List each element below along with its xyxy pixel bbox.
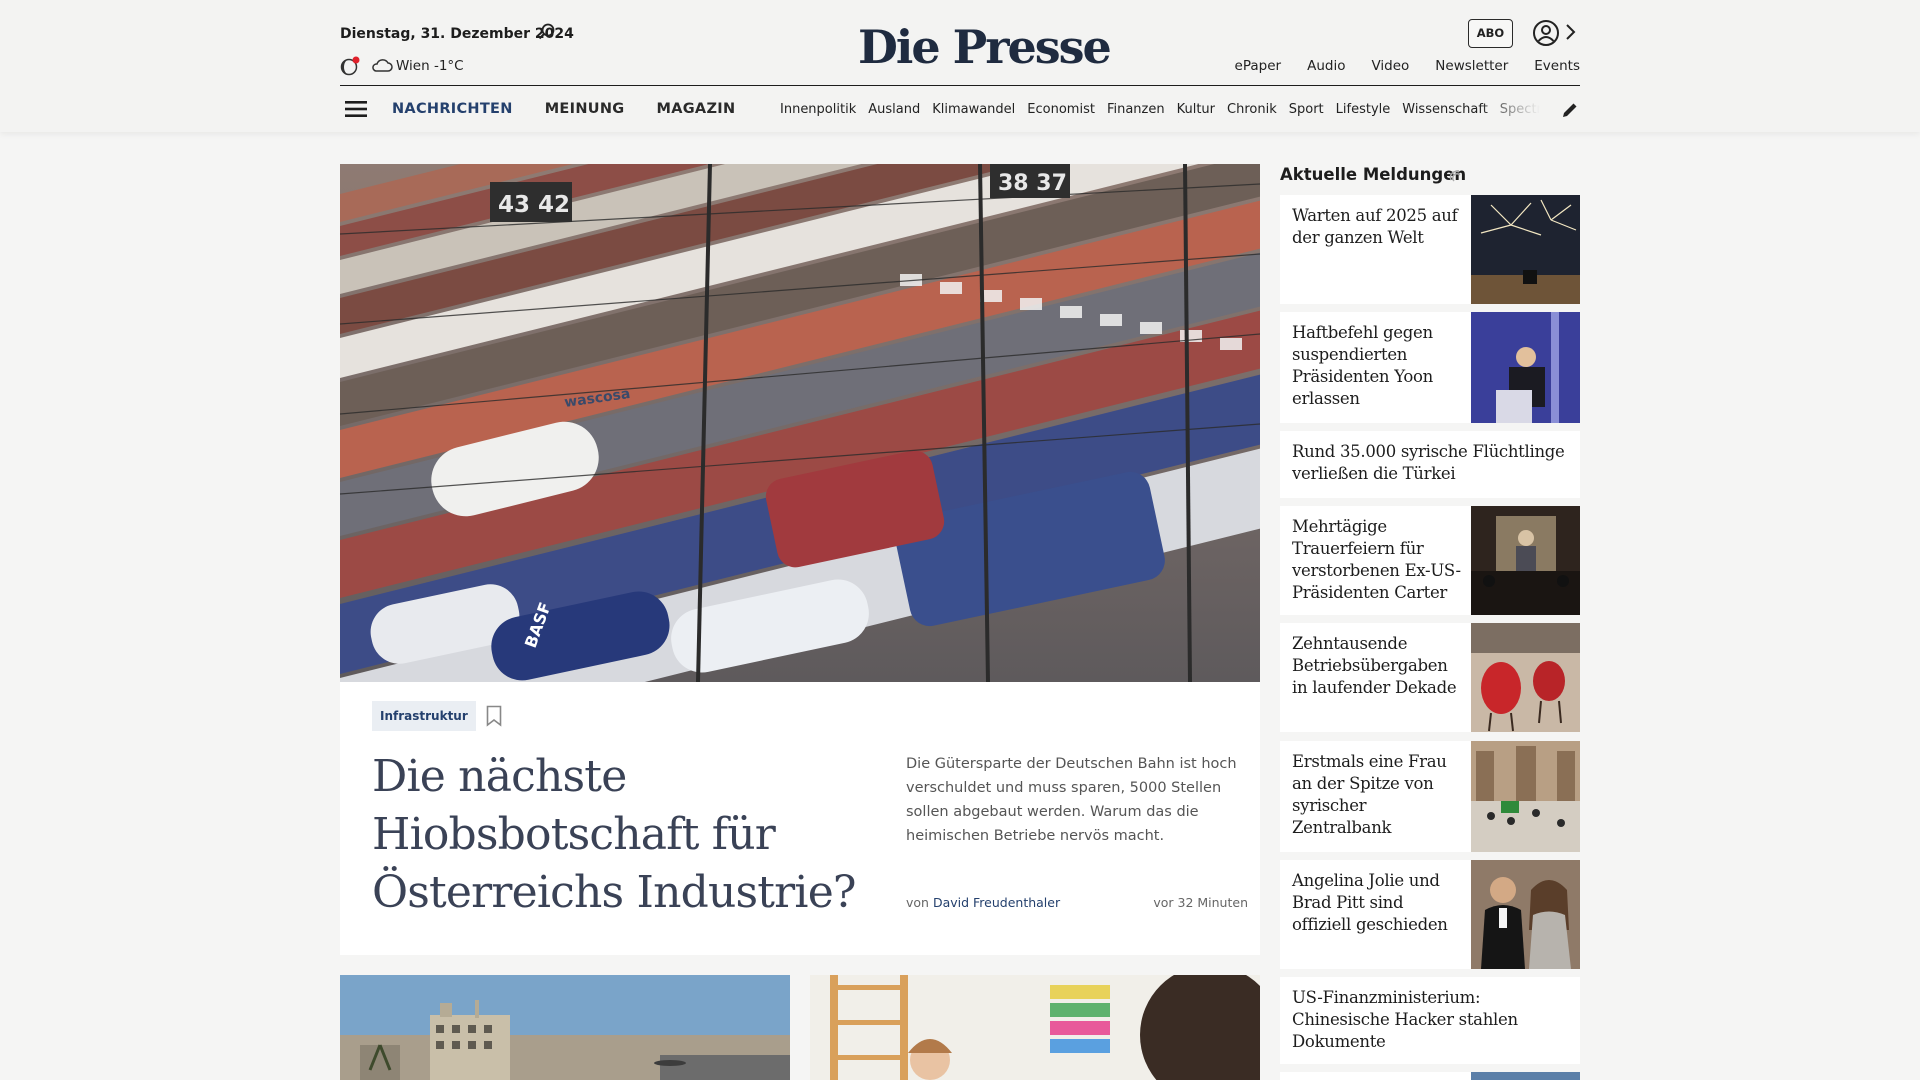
pencil-icon[interactable] <box>1561 101 1579 119</box>
latest-news-heading: Aktuelle Meldungen <box>1280 165 1467 184</box>
chevron-right-icon[interactable] <box>1563 23 1577 41</box>
article-card-image-kids[interactable] <box>810 975 1260 1080</box>
article-card-image-city[interactable] <box>340 975 790 1080</box>
couple-thumbnail <box>1471 860 1580 969</box>
news-item[interactable]: Haftbefehl gegen suspendierten Präsident… <box>1280 312 1580 423</box>
mosque-crowd-thumbnail <box>1471 741 1580 852</box>
header-inner: Dienstag, 31. Dezember 2024 Wien -1°C Di… <box>340 0 1580 132</box>
news-item-partial[interactable] <box>1280 1072 1580 1080</box>
cloud-icon <box>372 59 393 72</box>
live-pulse-icon <box>1449 170 1461 182</box>
nav-nachrichten[interactable]: NACHRICHTEN <box>392 101 513 117</box>
top-links: ePaper Audio Video Newsletter Events <box>1235 58 1580 74</box>
partial-thumbnail <box>1471 1072 1580 1080</box>
section-finanzen[interactable]: Finanzen <box>1107 102 1165 117</box>
news-item-title[interactable]: Angelina Jolie und Brad Pitt sind offizi… <box>1292 870 1462 936</box>
author-link[interactable]: David Freudenthaler <box>933 895 1060 910</box>
memorial-thumbnail <box>1471 506 1580 615</box>
top-link-newsletter[interactable]: Newsletter <box>1435 58 1508 74</box>
section-chronik[interactable]: Chronik <box>1227 102 1277 117</box>
news-item-title[interactable]: US-Finanzministerium: Chinesische Hacker… <box>1292 987 1572 1053</box>
byline: von David Freudenthaler <box>906 895 1060 910</box>
section-klimawandel[interactable]: Klimawandel <box>932 102 1015 117</box>
section-economist[interactable]: Economist <box>1027 102 1095 117</box>
news-item-title[interactable]: Rund 35.000 syrische Flüchtlinge verließ… <box>1292 441 1572 485</box>
top-link-events[interactable]: Events <box>1534 58 1580 74</box>
menu-icon[interactable] <box>345 100 367 118</box>
abo-button[interactable]: ABO <box>1468 19 1513 48</box>
nav-magazin[interactable]: MAGAZIN <box>656 101 735 117</box>
top-link-epaper[interactable]: ePaper <box>1235 58 1282 74</box>
byline-prefix: von <box>906 895 929 910</box>
cafe-chairs-thumbnail <box>1471 623 1580 732</box>
search-icon[interactable] <box>537 22 557 42</box>
section-innenpolitik[interactable]: Innenpolitik <box>780 102 856 117</box>
news-item[interactable]: Zehntausende Betriebsübergaben in laufen… <box>1280 623 1580 732</box>
user-icon[interactable] <box>1532 19 1560 47</box>
bookmark-icon[interactable] <box>486 705 502 727</box>
dark-mode-icon[interactable] <box>340 56 360 76</box>
news-item-title[interactable]: Haftbefehl gegen suspendierten Präsident… <box>1292 322 1462 410</box>
news-item[interactable]: US-Finanzministerium: Chinesische Hacker… <box>1280 977 1580 1064</box>
news-item[interactable]: Angelina Jolie und Brad Pitt sind offizi… <box>1280 860 1580 969</box>
publish-time: vor 32 Minuten <box>1153 895 1248 910</box>
track-sign-left: 43 42 <box>498 192 570 218</box>
site-header: Dienstag, 31. Dezember 2024 Wien -1°C Di… <box>0 0 1920 132</box>
hero-image-freight-trains[interactable]: 43 42 38 37 wascosa BASF <box>340 164 1260 682</box>
section-kultur[interactable]: Kultur <box>1177 102 1215 117</box>
hero-teaser: Die Gütersparte der Deutschen Bahn ist h… <box>906 756 1237 844</box>
nav-meinung[interactable]: MEINUNG <box>545 101 625 117</box>
news-item[interactable]: Warten auf 2025 auf der ganzen Welt <box>1280 195 1580 304</box>
news-item-title[interactable]: Zehntausende Betriebsübergaben in laufen… <box>1292 633 1462 699</box>
news-item-title[interactable]: Warten auf 2025 auf der ganzen Welt <box>1292 205 1462 249</box>
weather-label: Wien -1°C <box>396 58 464 74</box>
hero-headline[interactable]: Die nächste Hiobsbotschaft für Österreic… <box>372 748 892 922</box>
section-wissenschaft[interactable]: Wissenschaft <box>1402 102 1488 117</box>
track-sign-right: 38 37 <box>998 171 1067 196</box>
news-item[interactable]: Erstmals eine Frau an der Spitze von syr… <box>1280 741 1580 852</box>
city-ruins-image <box>340 975 790 1080</box>
category-tag[interactable]: Infrastruktur <box>372 701 476 731</box>
news-item[interactable]: Rund 35.000 syrische Flüchtlinge verließ… <box>1280 431 1580 498</box>
news-item-title[interactable]: Erstmals eine Frau an der Spitze von syr… <box>1292 751 1462 839</box>
section-lifestyle[interactable]: Lifestyle <box>1336 102 1391 117</box>
section-spectrum[interactable]: Spectrum <box>1500 102 1540 117</box>
hero-article[interactable]: 43 42 38 37 wascosa BASF Infrastruktur D… <box>340 164 1260 955</box>
kindergarten-image <box>810 975 1260 1080</box>
news-item[interactable]: Mehrtägige Trauerfeiern für verstorbenen… <box>1280 506 1580 615</box>
fireworks-thumbnail <box>1471 195 1580 304</box>
top-link-audio[interactable]: Audio <box>1307 58 1345 74</box>
section-nav: Innenpolitik Ausland Klimawandel Economi… <box>780 102 1540 117</box>
section-ausland[interactable]: Ausland <box>868 102 920 117</box>
news-item-title[interactable]: Mehrtägige Trauerfeiern für verstorbenen… <box>1292 516 1462 604</box>
header-divider <box>340 85 1580 86</box>
site-logo[interactable]: Die Presse <box>858 20 1112 74</box>
main-nav: NACHRICHTEN MEINUNG MAGAZIN <box>392 101 735 117</box>
top-link-video[interactable]: Video <box>1371 58 1409 74</box>
speaker-podium-thumbnail <box>1471 312 1580 423</box>
section-sport[interactable]: Sport <box>1289 102 1324 117</box>
